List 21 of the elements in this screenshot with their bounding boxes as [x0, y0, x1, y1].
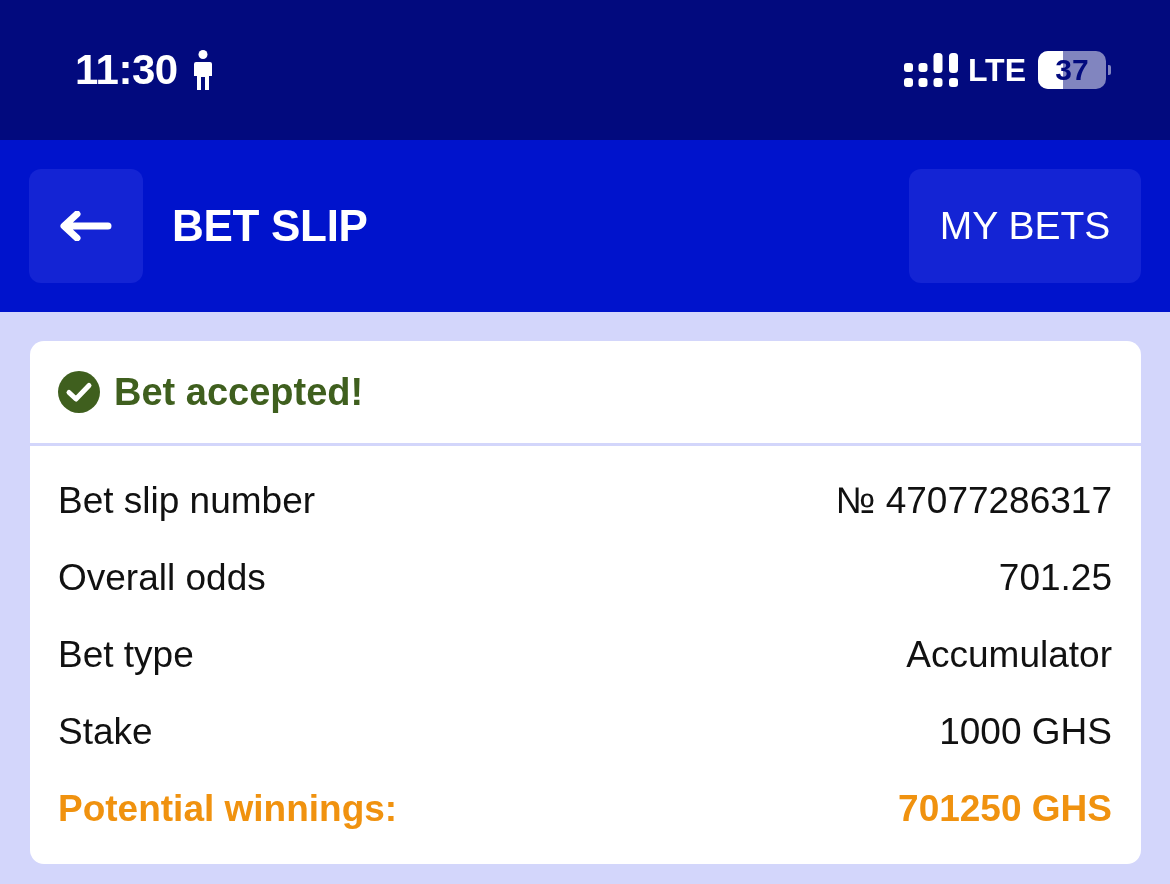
person-icon: [191, 50, 214, 90]
arrow-left-icon: [60, 211, 112, 241]
row-value: Accumulator: [906, 633, 1112, 676]
row-label: Overall odds: [58, 556, 266, 599]
battery-terminal: [1108, 65, 1111, 75]
row-value: 701.25: [998, 556, 1112, 599]
row-label: Bet slip number: [58, 479, 316, 522]
signal-icon: [903, 53, 958, 87]
row-label: Potential winnings:: [58, 787, 398, 830]
page-title: BET SLIP: [172, 201, 369, 251]
row-value: № 47077286317: [835, 479, 1112, 522]
row-label: Stake: [58, 710, 153, 753]
row-value: 701250 GHS: [898, 787, 1112, 830]
back-button[interactable]: [29, 169, 143, 283]
network-type: LTE: [967, 51, 1026, 89]
check-circle-icon: [58, 371, 100, 413]
row-label: Bet type: [58, 633, 194, 676]
my-bets-button[interactable]: MY BETS: [909, 169, 1141, 283]
status-message: Bet accepted!: [114, 370, 364, 414]
status-time: 11:30: [75, 46, 178, 94]
row-value: 1000 GHS: [939, 710, 1112, 753]
